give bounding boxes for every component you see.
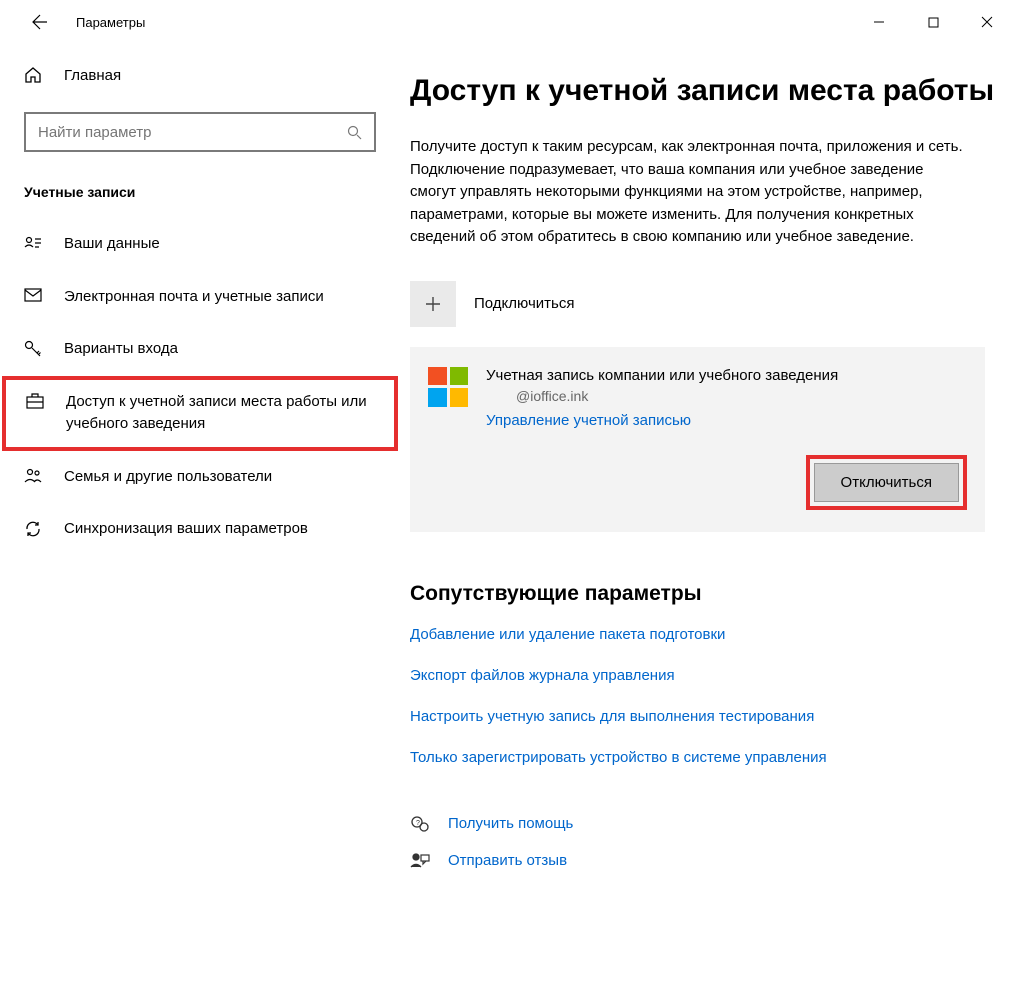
search-input[interactable]: [38, 124, 347, 141]
sync-icon: [24, 520, 44, 538]
search-icon: [347, 125, 362, 140]
help-label: Получить помощь: [448, 815, 573, 832]
nav-label: Доступ к учетной записи места работы или…: [66, 391, 374, 436]
home-label: Главная: [64, 67, 121, 84]
back-button[interactable]: [20, 2, 60, 42]
get-help-link[interactable]: ? Получить помощь: [410, 814, 1004, 834]
related-link-export-logs[interactable]: Экспорт файлов журнала управления: [410, 667, 1004, 684]
search-box[interactable]: [24, 112, 376, 152]
close-button[interactable]: [960, 3, 1014, 41]
mail-icon: [24, 288, 44, 302]
feedback-label: Отправить отзыв: [448, 852, 567, 869]
connect-label: Подключиться: [474, 295, 574, 312]
plus-icon: [424, 295, 442, 313]
key-icon: [24, 340, 44, 358]
feedback-link[interactable]: Отправить отзыв: [410, 852, 1004, 870]
manage-account-link[interactable]: Управление учетной записью: [486, 412, 967, 429]
back-arrow-icon: [32, 14, 48, 30]
home-icon: [24, 66, 44, 84]
microsoft-logo-icon: [428, 367, 468, 407]
page-description: Получите доступ к таким ресурсам, как эл…: [410, 136, 970, 249]
sidebar: Главная Учетные записи Ваши данные Элект…: [0, 44, 400, 984]
help-icon: ?: [410, 814, 434, 834]
nav-your-info[interactable]: Ваши данные: [0, 218, 400, 271]
account-email: @ioffice.ink: [516, 388, 967, 404]
nav-signin-options[interactable]: Варианты входа: [0, 323, 400, 376]
nav-label: Синхронизация ваших параметров: [64, 518, 308, 541]
connect-plus-button[interactable]: [410, 281, 456, 327]
related-link-provisioning[interactable]: Добавление или удаление пакета подготовк…: [410, 626, 1004, 643]
briefcase-icon: [26, 393, 46, 409]
account-title: Учетная запись компании или учебного зав…: [486, 367, 967, 384]
nav-email-accounts[interactable]: Электронная почта и учетные записи: [0, 271, 400, 324]
maximize-icon: [928, 17, 939, 28]
connect-row[interactable]: Подключиться: [410, 281, 1004, 327]
related-link-test-account[interactable]: Настроить учетную запись для выполнения …: [410, 708, 1004, 725]
related-link-mdm-enroll[interactable]: Только зарегистрировать устройство в сис…: [410, 749, 1004, 766]
disconnect-highlight: Отключиться: [806, 455, 967, 510]
nav-family-users[interactable]: Семья и другие пользователи: [0, 451, 400, 504]
minimize-button[interactable]: [852, 3, 906, 41]
window-title: Параметры: [76, 15, 145, 30]
svg-text:?: ?: [416, 820, 420, 827]
window-controls: [852, 3, 1014, 41]
person-card-icon: [24, 235, 44, 253]
nav-label: Ваши данные: [64, 233, 160, 256]
disconnect-button[interactable]: Отключиться: [814, 463, 959, 502]
nav-label: Электронная почта и учетные записи: [64, 286, 324, 309]
nav-label: Варианты входа: [64, 338, 178, 361]
category-label: Учетные записи: [0, 160, 400, 218]
nav-work-school-access[interactable]: Доступ к учетной записи места работы или…: [2, 376, 398, 451]
close-icon: [981, 16, 993, 28]
titlebar: Параметры: [0, 0, 1014, 44]
home-button[interactable]: Главная: [0, 54, 400, 96]
minimize-icon: [873, 16, 885, 28]
nav-sync-settings[interactable]: Синхронизация ваших параметров: [0, 503, 400, 556]
people-icon: [24, 468, 44, 484]
related-heading: Сопутствующие параметры: [410, 582, 1004, 606]
work-account-card[interactable]: Учетная запись компании или учебного зав…: [410, 347, 985, 532]
feedback-icon: [410, 852, 434, 870]
nav-label: Семья и другие пользователи: [64, 466, 272, 489]
main-content: Доступ к учетной записи места работы Пол…: [400, 44, 1014, 984]
page-title: Доступ к учетной записи места работы: [410, 74, 1004, 108]
maximize-button[interactable]: [906, 3, 960, 41]
